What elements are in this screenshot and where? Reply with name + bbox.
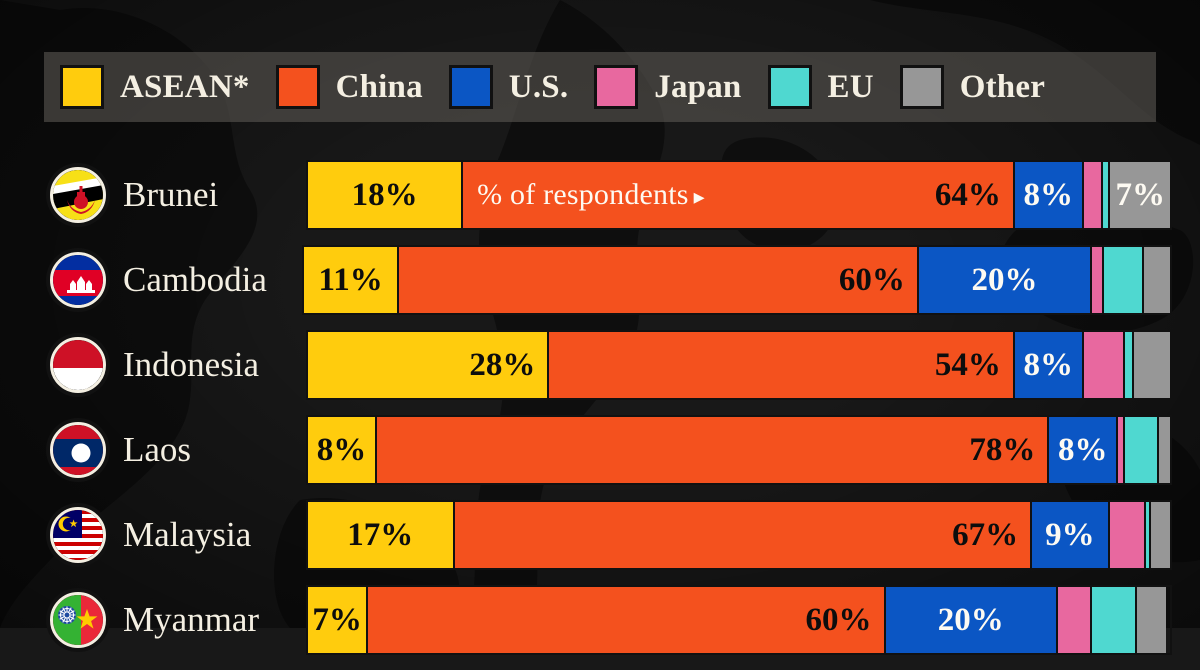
chart-row: Malaysia 17% 67% 9% — [0, 500, 1200, 585]
flag-malaysia-icon — [50, 507, 106, 563]
chart-row: Brunei 18% % of respondents ▸ 64% 8% 7% — [0, 160, 1200, 245]
bar-segment-value: 11% — [318, 261, 383, 298]
bar-segment-other[interactable] — [1137, 587, 1167, 653]
stacked-bar: 28% 54% 8% — [306, 330, 1172, 400]
bar-segment-value: 54% — [934, 346, 1001, 383]
bar-segment-china[interactable]: 60% — [368, 587, 886, 653]
bar-segment-asean[interactable]: 11% — [304, 247, 400, 313]
bar-segment-china[interactable]: 60% — [399, 247, 919, 313]
bar-segment-us[interactable]: 8% — [1049, 417, 1119, 483]
bar-segment-japan[interactable] — [1083, 162, 1103, 228]
legend-item-japan[interactable]: Japan — [594, 65, 767, 109]
stacked-bar: 18% % of respondents ▸ 64% 8% 7% — [306, 160, 1172, 230]
country-label: Laos — [123, 430, 192, 469]
infographic-frame: ASEAN* China U.S. Japan EU Other Brunei 18% % o… — [0, 0, 1200, 655]
bar-segment-us[interactable]: 9% — [1032, 502, 1110, 568]
bar-segment-asean[interactable]: 8% — [308, 417, 377, 483]
flag-brunei-icon — [50, 167, 106, 223]
bar-segment-china[interactable]: % of respondents ▸ 64% — [463, 162, 1015, 228]
bar-segment-other[interactable]: 7% — [1110, 162, 1170, 228]
country-label: Malaysia — [123, 515, 252, 554]
bar-segment-value: 8% — [1058, 431, 1108, 468]
legend-swatch-asean — [60, 65, 104, 109]
legend-item-asean[interactable]: ASEAN* — [60, 65, 276, 109]
bar-segment-value: 67% — [952, 516, 1019, 553]
bar-segment-asean[interactable]: 18% — [308, 162, 464, 228]
stacked-bar: 17% 67% 9% — [306, 500, 1172, 570]
stacked-bar: 8% 78% 8% — [306, 415, 1172, 485]
bar-segment-value: 7% — [312, 601, 362, 638]
bar-segment-value: 8% — [1023, 176, 1074, 213]
bar-segment-value: 60% — [838, 261, 905, 298]
bar-segment-eu[interactable] — [1125, 417, 1159, 483]
chart-row: Laos 8% 78% 8% — [0, 415, 1200, 500]
chart-legend: ASEAN* China U.S. Japan EU Other — [44, 52, 1156, 122]
bar-segment-value: 8% — [316, 431, 367, 468]
bar-segment-japan[interactable] — [1118, 417, 1126, 483]
bar-segment-us[interactable]: 20% — [918, 247, 1093, 313]
legend-label: Japan — [654, 68, 742, 105]
bar-segment-eu[interactable] — [1092, 587, 1138, 653]
flag-cambodia-icon — [50, 252, 106, 308]
legend-label: ASEAN* — [120, 68, 250, 105]
country-label: Myanmar — [123, 600, 260, 639]
bar-segment-other[interactable] — [1151, 502, 1170, 568]
legend-label: EU — [827, 68, 874, 105]
stacked-bar: 11% 60% 20% — [302, 245, 1172, 315]
legend-item-us[interactable]: U.S. — [448, 65, 595, 109]
chart-row: Indonesia 28% 54% 8% — [0, 330, 1200, 415]
bar-segment-eu[interactable] — [1125, 332, 1134, 398]
flag-indonesia-icon — [50, 337, 106, 393]
bar-segment-value: 7% — [1115, 176, 1165, 213]
bar-segment-asean[interactable]: 17% — [308, 502, 455, 568]
bar-segment-asean[interactable]: 7% — [308, 587, 369, 653]
bar-segment-japan[interactable] — [1092, 247, 1105, 313]
legend-swatch-us — [448, 65, 493, 109]
stacked-bar: 7% 60% 20% — [306, 585, 1172, 655]
legend-swatch-eu — [767, 65, 812, 109]
bar-segment-eu[interactable] — [1104, 247, 1144, 313]
bar-segment-value: 17% — [347, 516, 414, 553]
legend-label: U.S. — [508, 68, 569, 105]
bar-segment-japan[interactable] — [1109, 502, 1146, 568]
bar-segment-us[interactable]: 20% — [885, 587, 1058, 653]
bar-segment-value: 64% — [934, 176, 1001, 213]
country-label: Cambodia — [123, 260, 267, 299]
legend-item-eu[interactable]: EU — [767, 65, 900, 109]
bar-segment-other[interactable] — [1158, 417, 1170, 483]
bar-segment-value: 9% — [1045, 516, 1095, 553]
bar-segment-japan[interactable] — [1057, 587, 1093, 653]
bar-segment-value: 28% — [469, 346, 536, 383]
legend-swatch-china — [275, 65, 320, 109]
bar-segment-china[interactable]: 78% — [376, 417, 1050, 483]
country-label: Indonesia — [123, 345, 260, 384]
legend-item-other[interactable]: Other — [899, 65, 1071, 109]
chart-row: Cambodia 11% 60% 20% — [0, 245, 1200, 330]
bar-segment-other[interactable] — [1133, 332, 1170, 398]
bar-segment-eu[interactable] — [1102, 162, 1111, 228]
bar-segment-us[interactable]: 8% — [1014, 162, 1084, 228]
legend-swatch-japan — [594, 65, 639, 109]
bar-segment-value: 60% — [805, 601, 872, 638]
flag-myanmar-icon — [50, 592, 106, 648]
bar-segment-japan[interactable] — [1083, 332, 1126, 398]
bar-segment-value: 20% — [971, 261, 1038, 298]
bar-segment-value: 18% — [351, 176, 418, 213]
bar-segment-us[interactable]: 8% — [1014, 332, 1084, 398]
bar-segment-value: 78% — [969, 431, 1036, 468]
chart-rows: Brunei 18%% of respondents ▸ 64% 8% 7% Cambod… — [0, 160, 1200, 670]
legend-label: Other — [959, 68, 1046, 105]
legend-label: China — [335, 68, 423, 105]
bar-segment-china[interactable]: 54% — [549, 332, 1015, 398]
country-label: Brunei — [123, 175, 219, 214]
bar-segment-other[interactable] — [1143, 247, 1170, 313]
bar-segment-asean[interactable]: 28% — [308, 332, 550, 398]
bar-segment-value: 20% — [937, 601, 1004, 638]
flag-laos-icon — [50, 422, 106, 478]
bar-segment-value: 8% — [1023, 346, 1074, 383]
legend-swatch-other — [899, 65, 944, 109]
legend-item-china[interactable]: China — [275, 65, 449, 109]
bar-segment-china[interactable]: 67% — [454, 502, 1033, 568]
